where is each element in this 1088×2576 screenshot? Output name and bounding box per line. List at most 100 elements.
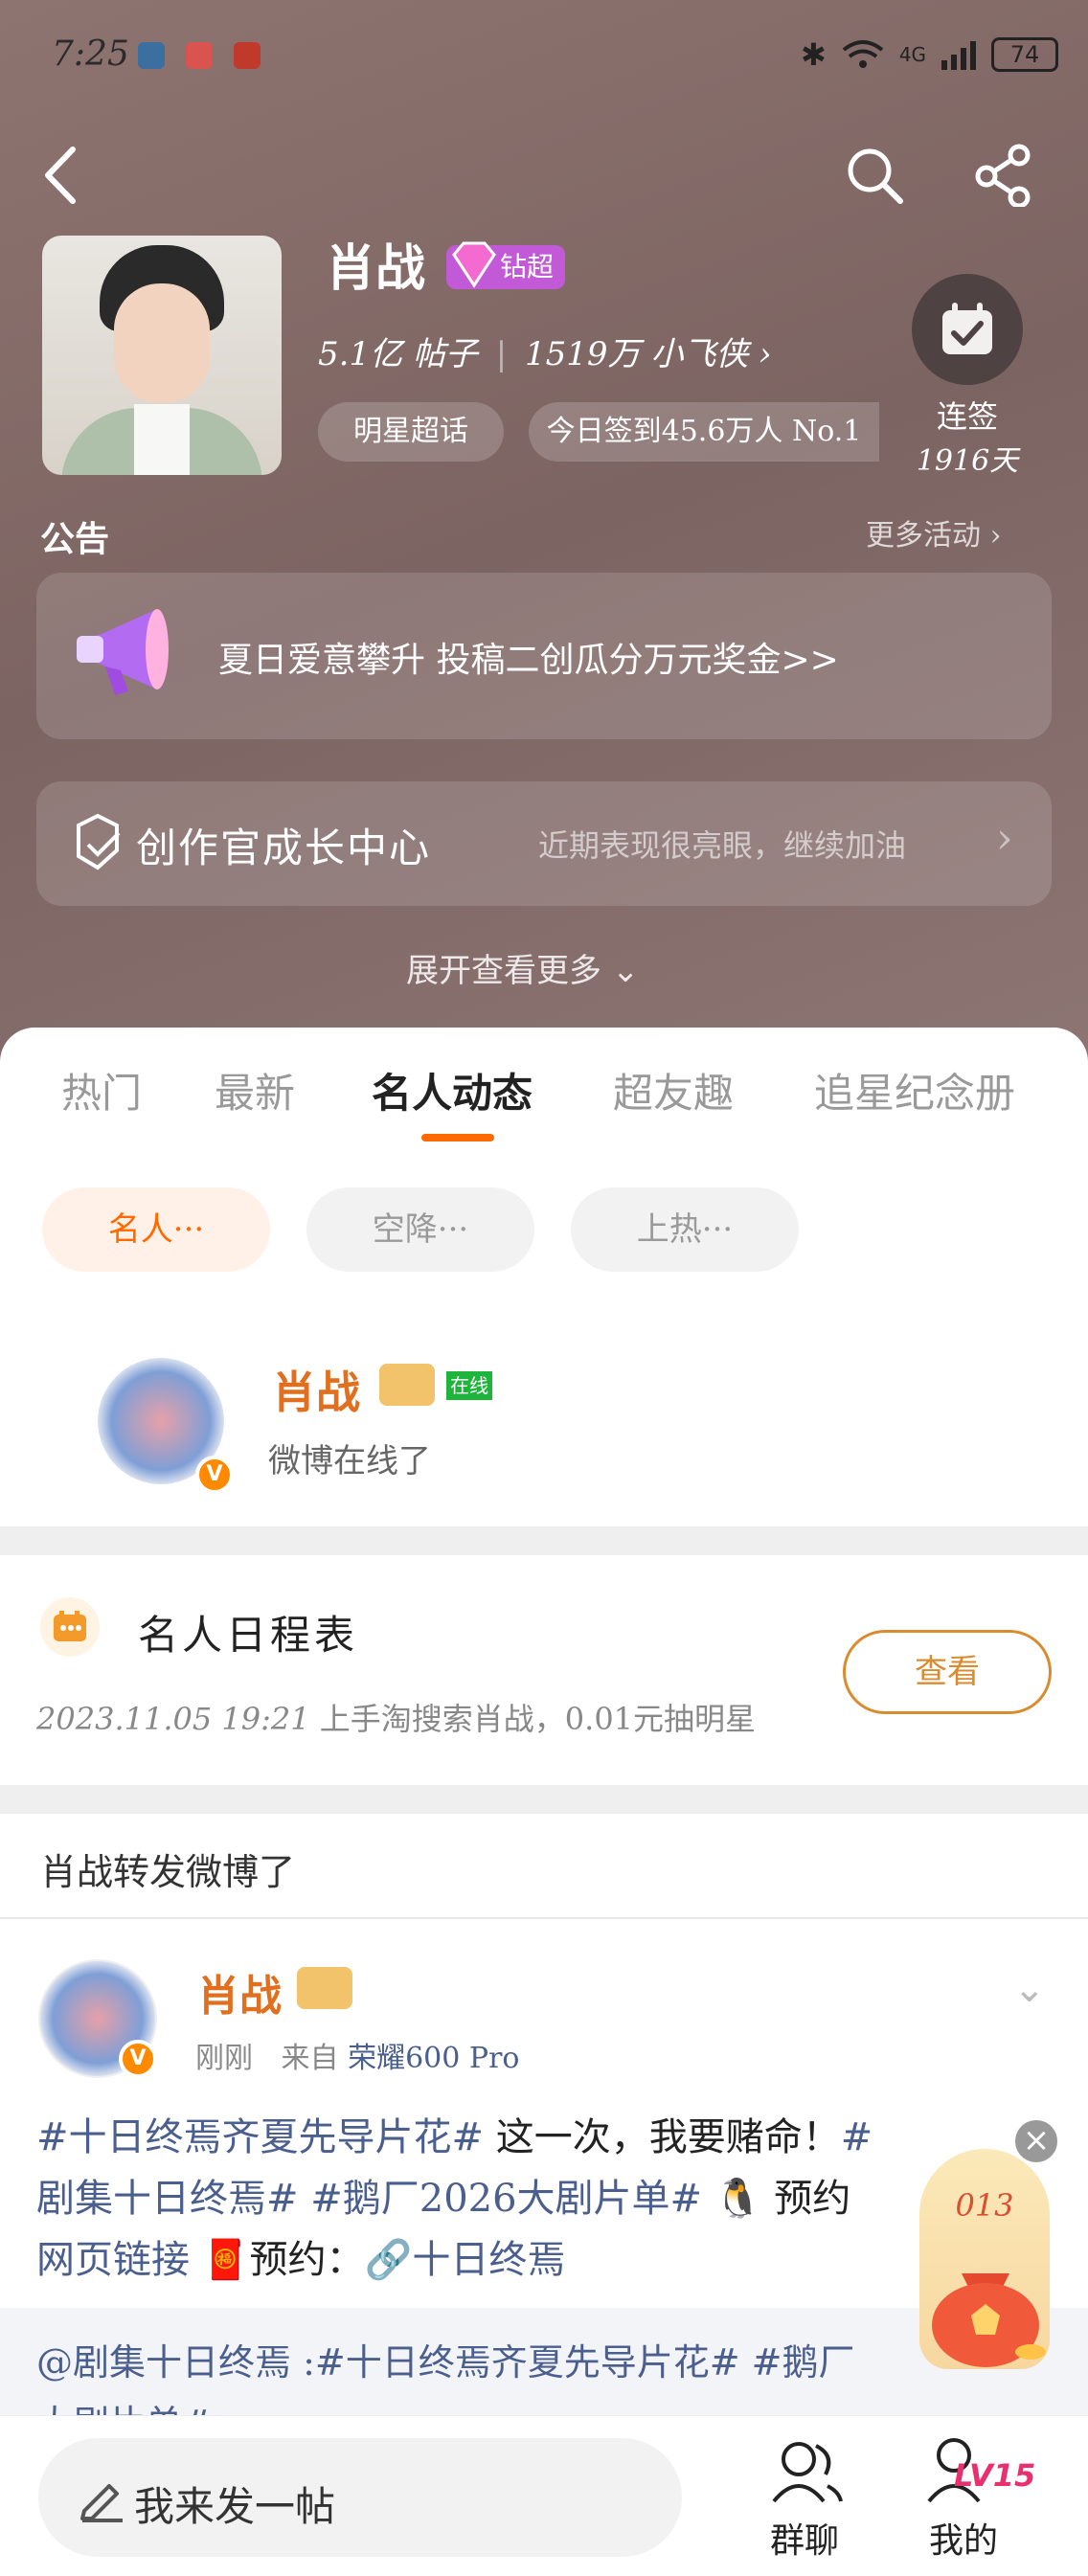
hashtag-link[interactable]: #鹅厂2026大剧片单# xyxy=(299,2177,702,2221)
checkin-button[interactable] xyxy=(912,274,1023,385)
quoted-post-line: @剧集十日终焉 :#十日终焉齐夏先导片花# #鹅厂 xyxy=(36,2341,855,2384)
online-badge: 在线 xyxy=(446,1371,492,1400)
close-widget-icon[interactable]: × xyxy=(1015,2120,1057,2162)
reward-count: 013 xyxy=(955,2187,1014,2224)
tab-fan-fun[interactable]: 超友趣 xyxy=(613,1061,734,1119)
post-count: 5.1亿 帖子 xyxy=(318,335,478,373)
chevron-down-icon: ⌄ xyxy=(611,952,640,990)
crown-badge-icon xyxy=(297,1967,352,2009)
tab-hot[interactable]: 热门 xyxy=(61,1061,142,1119)
app-notification-icon xyxy=(234,42,261,69)
share-icon[interactable] xyxy=(973,144,1036,207)
web-link[interactable]: 🔗十日终焉 xyxy=(365,2238,566,2282)
hashtag-link[interactable]: # xyxy=(841,2115,873,2159)
community-avatar[interactable] xyxy=(42,236,282,475)
announcement-title: 公告 xyxy=(40,519,110,559)
group-chat-icon xyxy=(772,2442,843,2503)
expand-more-button[interactable]: 展开查看更多 ⌄ xyxy=(406,944,639,991)
active-tab-indicator xyxy=(421,1134,494,1141)
post-text: 🐧 预约 xyxy=(702,2177,851,2221)
filter-celebrity[interactable]: 名人··· xyxy=(42,1187,270,1272)
group-chat-button[interactable]: 群聊 xyxy=(757,2432,852,2566)
schedule-title: 名人日程表 xyxy=(138,1612,359,1659)
celebrity-status: 微博在线了 xyxy=(268,1442,431,1480)
more-activities-link[interactable]: 更多活动 › xyxy=(866,511,1002,554)
checkin-rank-chip[interactable]: 今日签到45.6万人 No.1 xyxy=(529,402,879,462)
pencil-icon xyxy=(80,2484,123,2522)
filter-trending[interactable]: 上热··· xyxy=(571,1187,799,1272)
post-from-label: 来自 xyxy=(281,2042,339,2075)
diamond-badge-label: 钻超 xyxy=(500,251,555,282)
floating-reward-widget[interactable]: 013 xyxy=(919,2149,1050,2369)
diamond-badge: 钻超 xyxy=(446,241,566,289)
app-notification-icon xyxy=(186,42,213,69)
battery-indicator: 74 xyxy=(991,37,1059,72)
tab-fan-album[interactable]: 追星纪念册 xyxy=(814,1061,1015,1119)
post-body: #十日终焉齐夏先导片花# 这一次，我要赌命！# 剧集十日终焉# #鹅厂2026大… xyxy=(36,2107,1061,2291)
more-activities-label: 更多活动 xyxy=(866,519,981,553)
hashtag-link[interactable]: #十日终焉齐夏先导片花# xyxy=(36,2115,484,2159)
post-text: 🧧预约： xyxy=(190,2238,365,2282)
quoted-post-line: 大剧片单# xyxy=(36,2394,213,2415)
post-device[interactable]: 荣耀600 Pro xyxy=(348,2042,519,2075)
section-divider xyxy=(0,1785,1088,1814)
expand-more-label: 展开查看更多 xyxy=(406,952,601,990)
post-text: 这一次，我要赌命！ xyxy=(484,2115,841,2159)
app-notification-icon xyxy=(138,42,165,69)
network-type: 4G xyxy=(898,43,927,66)
stats-row: 5.1亿 帖子 | 1519万 小飞侠 › xyxy=(318,335,772,373)
mine-label: 我的 xyxy=(928,2521,998,2561)
web-link[interactable]: 网页链接 xyxy=(36,2238,190,2282)
tab-celebrity-updates[interactable]: 名人动态 xyxy=(372,1061,533,1119)
group-chat-label: 群聊 xyxy=(769,2521,839,2561)
schedule-icon-bg xyxy=(40,1597,100,1657)
lucky-bag-icon xyxy=(932,2273,1046,2367)
post-meta: 刚刚 来自 荣耀600 Pro xyxy=(195,2034,519,2076)
section-divider xyxy=(0,1526,1088,1555)
chevron-right-icon: › xyxy=(996,814,1013,863)
chevron-right-icon: › xyxy=(989,519,1002,553)
diamond-icon xyxy=(452,241,496,288)
tab-latest[interactable]: 最新 xyxy=(215,1061,295,1119)
status-time: 7:25 xyxy=(52,34,129,74)
crown-badge-icon xyxy=(379,1364,435,1406)
filter-airdrop[interactable]: 空降··· xyxy=(306,1187,534,1272)
view-schedule-button[interactable]: 查看 xyxy=(843,1630,1052,1714)
calendar-check-icon xyxy=(942,303,992,354)
bluetooth-icon: ✱ xyxy=(801,36,827,73)
compose-placeholder: 我来发一帖 xyxy=(134,2483,336,2530)
mine-button[interactable]: LV15 我的 xyxy=(916,2432,1035,2566)
repost-header: 肖战转发微博了 xyxy=(40,1851,296,1893)
fan-count[interactable]: 1519万 小飞侠 xyxy=(525,335,748,373)
announcement-text[interactable]: 夏日爱意攀升 投稿二创瓜分万元奖金>> xyxy=(218,632,839,682)
compose-input[interactable]: 我来发一帖 xyxy=(38,2438,682,2557)
streak-days: 1916天 xyxy=(916,444,1019,478)
creator-badge-icon xyxy=(77,813,121,870)
notification-icons xyxy=(138,42,261,69)
growth-center-title: 创作官成长中心 xyxy=(136,825,432,871)
post-author-name[interactable]: 肖战 xyxy=(197,1961,282,2022)
megaphone-icon xyxy=(77,609,169,695)
divider-line xyxy=(0,1917,1088,1919)
schedule-entry[interactable]: 2023.11.05 19:21 上手淘搜索肖战，0.01元抽明星 xyxy=(36,1695,756,1739)
streak-label: 连签 xyxy=(936,398,998,435)
schedule-text: 上手淘搜索肖战，0.01元抽明星 xyxy=(319,1701,757,1737)
category-chip[interactable]: 明星超话 xyxy=(318,402,504,462)
post-menu-chevron-icon[interactable]: ⌄ xyxy=(1013,1967,1046,2011)
schedule-date: 2023.11.05 19:21 xyxy=(36,1701,310,1737)
verified-icon: V xyxy=(119,2040,157,2078)
schedule-icon xyxy=(54,1611,86,1641)
hashtag-link[interactable]: 剧集十日终焉# xyxy=(36,2177,299,2221)
chevron-right-icon: › xyxy=(759,335,772,373)
wifi-icon xyxy=(842,40,884,68)
signal-icon xyxy=(941,41,977,70)
status-icons: ✱ 4G 74 xyxy=(801,36,1059,73)
search-icon[interactable] xyxy=(843,144,906,207)
level-badge: LV15 xyxy=(954,2457,1036,2494)
celebrity-name[interactable]: 肖战 xyxy=(272,1358,360,1421)
community-name: 肖战 xyxy=(326,239,426,298)
back-arrow-icon[interactable] xyxy=(38,144,82,207)
verified-icon: V xyxy=(195,1456,234,1494)
post-time: 刚刚 xyxy=(195,2042,253,2075)
growth-center-desc: 近期表现很亮眼，继续加油 xyxy=(538,827,907,864)
